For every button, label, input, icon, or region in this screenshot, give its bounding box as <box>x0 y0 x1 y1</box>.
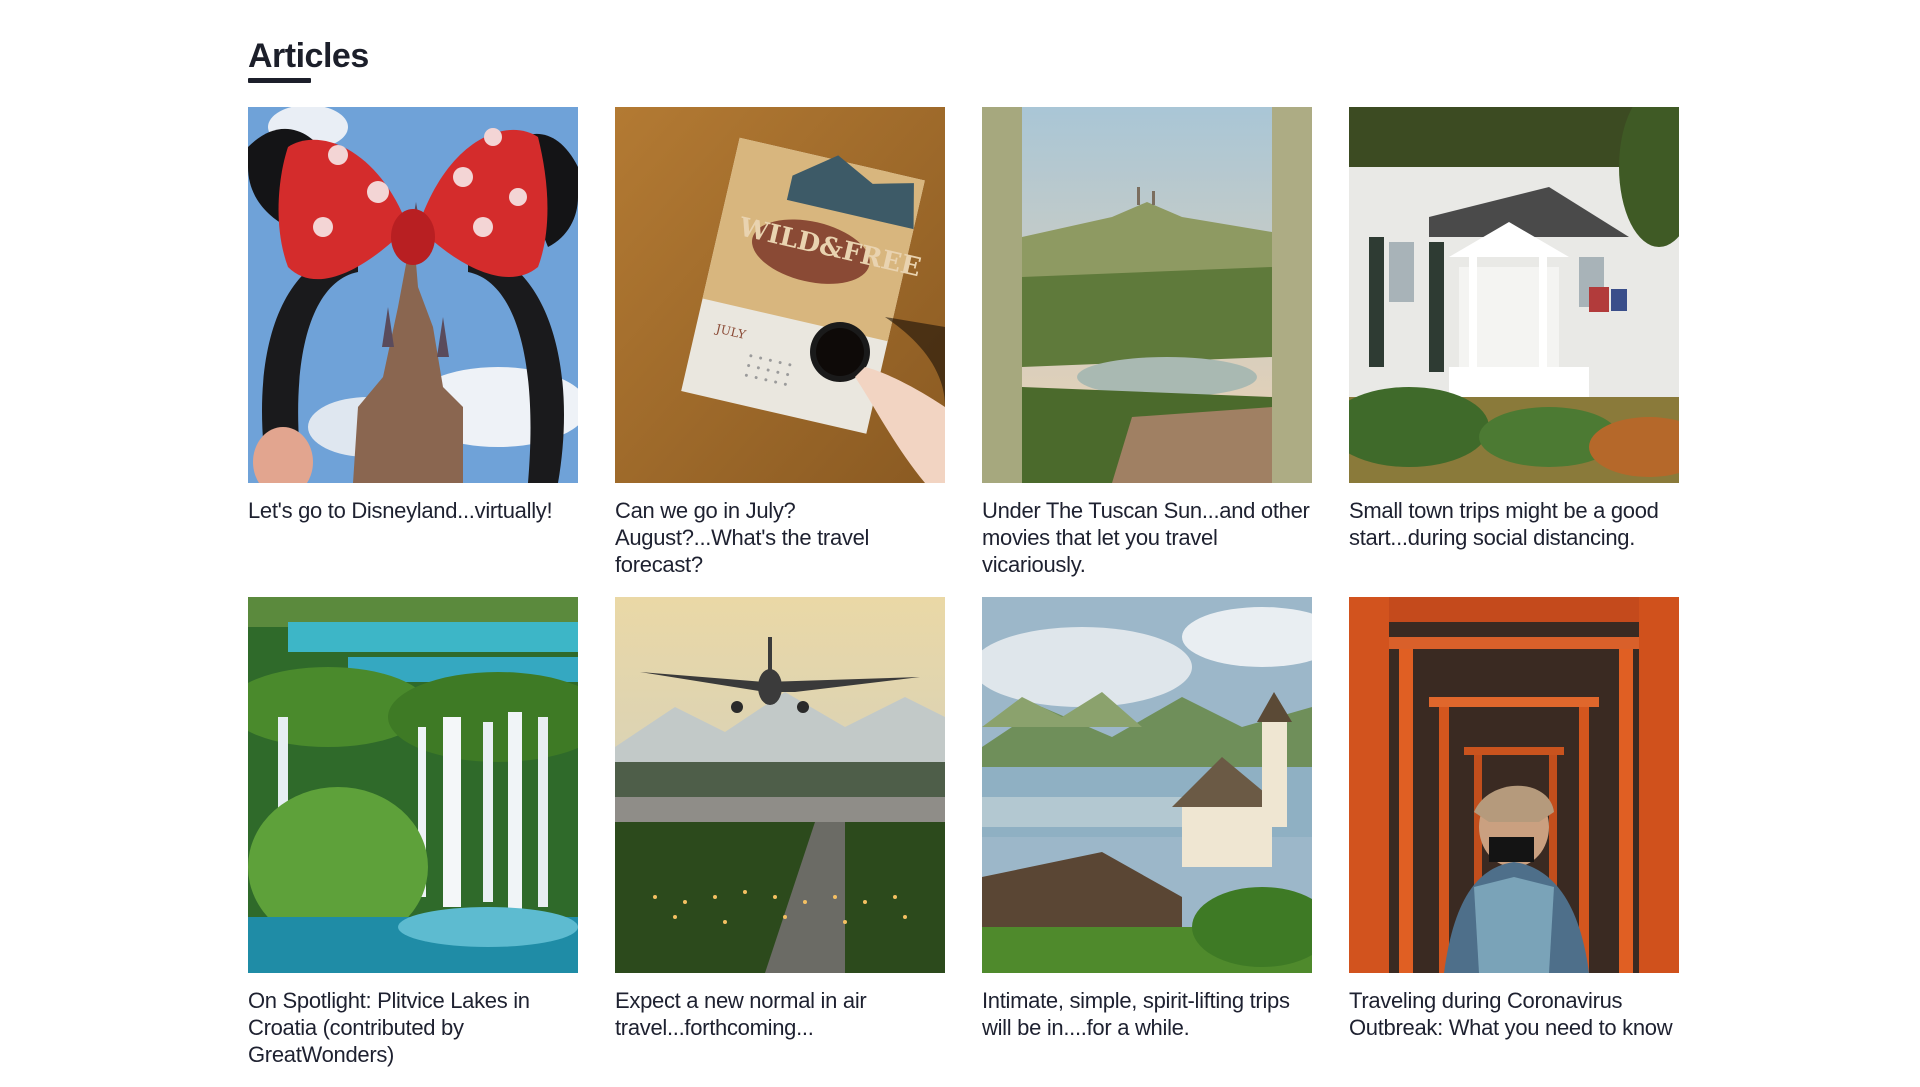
article-title[interactable]: Can we go in July? August?...What's the … <box>615 497 945 578</box>
article-image-plitvice[interactable] <box>248 597 578 973</box>
article-title[interactable]: Intimate, simple, spirit-lifting trips w… <box>982 987 1312 1041</box>
article-card[interactable]: Expect a new normal in air travel...fort… <box>615 597 945 1087</box>
article-image-tuscany[interactable] <box>982 107 1312 483</box>
article-image-house[interactable] <box>1349 107 1679 483</box>
heading-underline <box>248 78 311 83</box>
article-card[interactable]: Intimate, simple, spirit-lifting trips w… <box>982 597 1312 1087</box>
article-title[interactable]: Small town trips might be a good start..… <box>1349 497 1679 551</box>
article-card[interactable]: On Spotlight: Plitvice Lakes in Croatia … <box>248 597 578 1087</box>
article-title[interactable]: Under The Tuscan Sun...and other movies … <box>982 497 1312 578</box>
section-heading: Articles <box>248 37 369 75</box>
article-title[interactable]: Let's go to Disneyland...virtually! <box>248 497 578 524</box>
article-card[interactable]: WILD&FREE JULY Can we go in July? August <box>615 107 945 597</box>
article-card[interactable]: Small town trips might be a good start..… <box>1349 107 1679 597</box>
article-title[interactable]: Expect a new normal in air travel...fort… <box>615 987 945 1041</box>
article-title[interactable]: On Spotlight: Plitvice Lakes in Croatia … <box>248 987 578 1068</box>
article-image-torii[interactable] <box>1349 597 1679 973</box>
article-image-calendar[interactable]: WILD&FREE JULY <box>615 107 945 483</box>
article-image-alpine[interactable] <box>982 597 1312 973</box>
article-card[interactable]: Under The Tuscan Sun...and other movies … <box>982 107 1312 597</box>
articles-grid: Let's go to Disneyland...virtually! WILD… <box>248 107 1679 1087</box>
article-card[interactable]: Let's go to Disneyland...virtually! <box>248 107 578 597</box>
article-image-disneyland[interactable] <box>248 107 578 483</box>
article-card[interactable]: Traveling during Coronavirus Outbreak: W… <box>1349 597 1679 1087</box>
article-image-airplane[interactable] <box>615 597 945 973</box>
article-title[interactable]: Traveling during Coronavirus Outbreak: W… <box>1349 987 1679 1041</box>
